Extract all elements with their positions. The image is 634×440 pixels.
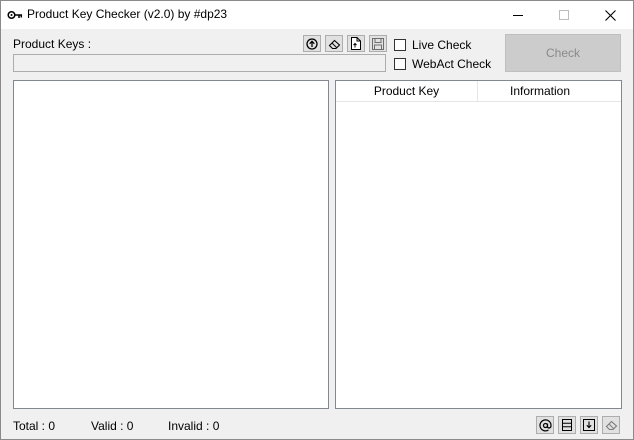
webact-check-label: WebAct Check — [412, 57, 492, 71]
results-table-header: Product Key Information — [336, 81, 621, 102]
minimize-icon — [513, 15, 523, 16]
window-title: Product Key Checker (v2.0) by #dp23 — [27, 7, 228, 21]
upload-button[interactable] — [303, 35, 321, 52]
minimize-button[interactable] — [495, 1, 541, 29]
live-check-label: Live Check — [412, 38, 472, 52]
eraser-icon — [605, 420, 617, 431]
clear-results-button[interactable] — [602, 416, 620, 434]
valid-count: Valid : 0 — [91, 419, 134, 433]
invalid-count: Invalid : 0 — [168, 419, 220, 433]
column-header-product-key[interactable]: Product Key — [336, 81, 478, 101]
maximize-button[interactable] — [541, 1, 587, 29]
total-count: Total : 0 — [13, 419, 56, 433]
list-button[interactable] — [558, 416, 576, 434]
open-file-button[interactable] — [347, 35, 365, 52]
key-icon — [7, 10, 23, 20]
app-window: Product Key Checker (v2.0) by #dp23 Prod… — [0, 0, 634, 440]
upload-icon — [306, 37, 318, 50]
save-button[interactable] — [369, 35, 387, 52]
keys-textarea[interactable] — [13, 80, 329, 409]
at-sign-icon — [538, 418, 552, 431]
webact-check-box[interactable] — [394, 58, 406, 70]
live-check-checkbox[interactable]: Live Check — [394, 37, 514, 53]
export-button[interactable] — [580, 416, 598, 434]
results-table[interactable]: Product Key Information — [335, 80, 622, 409]
clear-keys-button[interactable] — [325, 35, 343, 52]
live-check-box[interactable] — [394, 39, 406, 51]
title-bar[interactable]: Product Key Checker (v2.0) by #dp23 — [1, 1, 633, 29]
product-keys-label: Product Keys : — [13, 37, 92, 51]
product-key-input[interactable] — [13, 54, 386, 72]
export-icon — [583, 419, 595, 431]
close-button[interactable] — [587, 1, 633, 29]
close-icon — [604, 9, 616, 21]
maximize-icon — [559, 10, 569, 20]
check-button[interactable]: Check — [505, 34, 621, 72]
list-icon — [562, 419, 572, 431]
email-button[interactable] — [536, 416, 554, 434]
column-header-information[interactable]: Information — [478, 81, 602, 101]
eraser-icon — [328, 39, 340, 49]
webact-check-checkbox[interactable]: WebAct Check — [394, 56, 514, 72]
open-file-icon — [351, 37, 361, 50]
save-icon — [372, 37, 384, 50]
